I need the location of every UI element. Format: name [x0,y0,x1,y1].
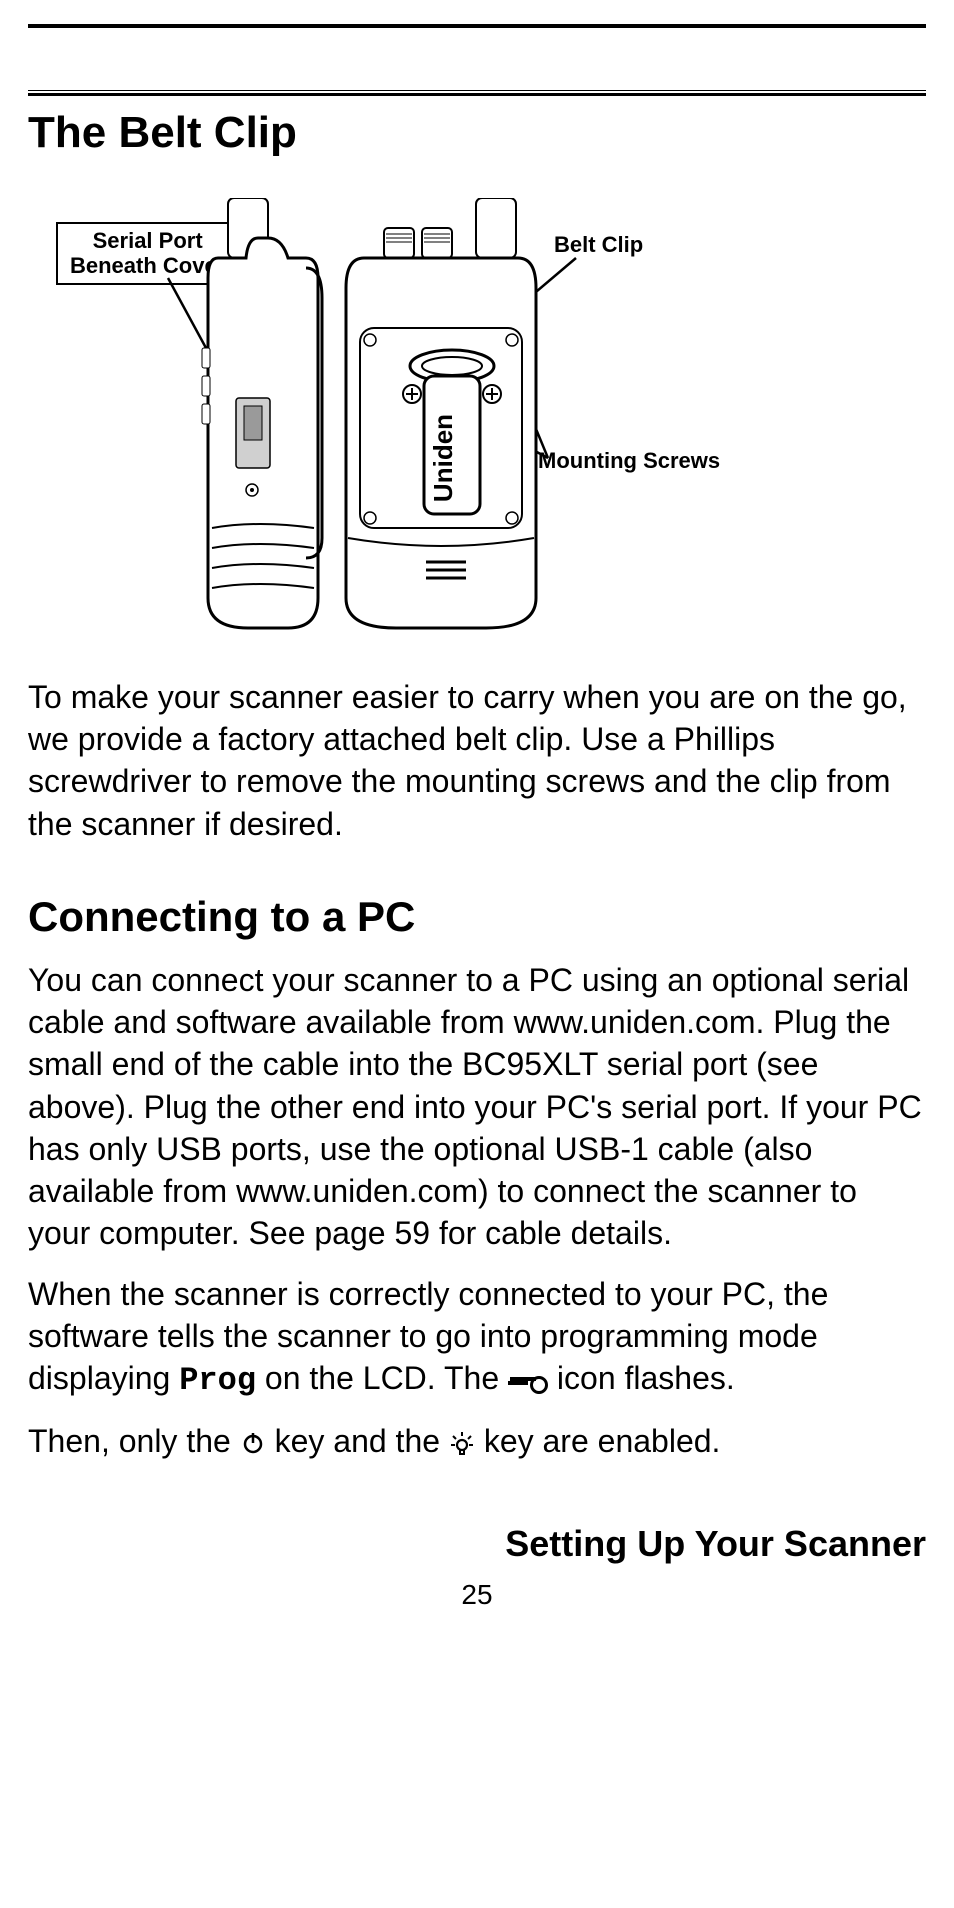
device-side-view [198,198,328,638]
text-fragment: on the LCD. The [256,1360,508,1396]
figure-belt-clip: Serial Port Beneath Cover Belt Clip Moun… [28,168,926,658]
light-key-icon [449,1430,475,1456]
heading-connecting-pc: Connecting to a PC [28,893,926,941]
key-lock-icon [508,1373,548,1391]
paragraph-connecting-3: Then, only the key and the key are enabl… [28,1420,926,1462]
top-rule [28,24,926,28]
device-back-view: Uniden [336,198,546,638]
screw-right [483,385,501,403]
screw-left [403,385,421,403]
text-fragment: icon flashes. [548,1360,735,1396]
text-fragment: key are enabled. [484,1423,721,1459]
footer-section-title: Setting Up Your Scanner [28,1523,926,1565]
thin-rule-2 [28,93,926,96]
heading-belt-clip: The Belt Clip [28,108,926,158]
brand-text: Uniden [428,414,458,502]
paragraph-connecting-2: When the scanner is correctly connected … [28,1273,926,1403]
power-key-icon [240,1430,266,1456]
text-fragment: key and the [275,1423,449,1459]
text-fragment: Then, only the [28,1423,240,1459]
page-number: 25 [28,1579,926,1611]
paragraph-belt-clip: To make your scanner easier to carry whe… [28,676,926,845]
thin-rule [28,90,926,91]
paragraph-connecting-1: You can connect your scanner to a PC usi… [28,959,926,1255]
document-page: The Belt Clip Serial Port Beneath Cover … [0,0,954,1908]
lcd-text-prog: Prog [179,1362,256,1399]
